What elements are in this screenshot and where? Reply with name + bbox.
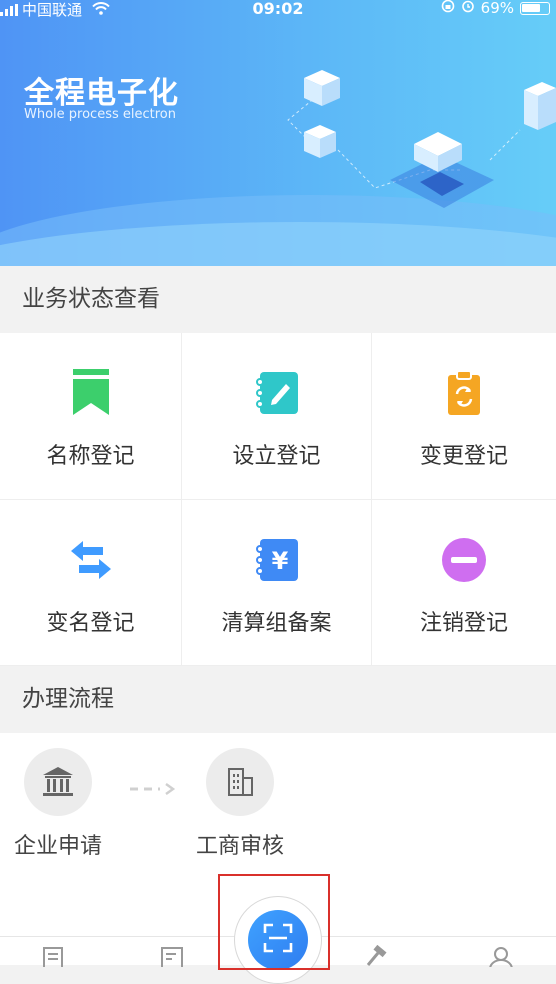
service-label: 注销登记 xyxy=(419,611,508,636)
service-rename-registration[interactable]: 变名登记 xyxy=(0,500,182,666)
service-label: 名称登记 xyxy=(46,444,135,469)
status-bar: 中国联通 09:02 69% xyxy=(0,0,556,19)
minus-circle-icon xyxy=(439,535,489,585)
user-icon[interactable] xyxy=(488,945,516,970)
arrow-right-icon xyxy=(130,783,176,795)
battery-percent: 69% xyxy=(480,0,514,17)
notebook-yen-icon: ¥ xyxy=(252,535,302,585)
service-grid: 名称登记 设立登记 变更登记 变名登记 ¥ 清算组备案 注销登记 xyxy=(0,333,556,666)
clipboard-refresh-icon xyxy=(439,368,489,418)
section-title-status: 业务状态查看 xyxy=(0,266,556,332)
highlight-box xyxy=(218,874,330,970)
bank-icon xyxy=(24,748,92,816)
service-name-registration[interactable]: 名称登记 xyxy=(0,333,182,500)
building-icon xyxy=(206,748,274,816)
news-icon[interactable] xyxy=(40,945,68,969)
service-liquidation-filing[interactable]: ¥ 清算组备案 xyxy=(182,500,372,666)
service-establishment-registration[interactable]: 设立登记 xyxy=(182,333,372,500)
service-cancellation-registration[interactable]: 注销登记 xyxy=(372,500,556,666)
service-label: 变更登记 xyxy=(419,444,508,469)
swap-arrows-icon xyxy=(66,535,116,585)
lock-rotation-icon xyxy=(441,0,455,17)
process-step-apply: 企业申请 xyxy=(14,748,102,860)
process-step-label: 企业申请 xyxy=(14,834,103,859)
notebook-edit-icon xyxy=(252,368,302,418)
service-label: 清算组备案 xyxy=(221,611,332,636)
section-title-process: 办理流程 xyxy=(0,666,556,732)
service-change-registration[interactable]: 变更登记 xyxy=(372,333,556,500)
bookmark-icon xyxy=(66,368,116,418)
hammer-icon[interactable] xyxy=(362,944,390,967)
hero-subtitle: Whole process electron xyxy=(24,107,176,122)
process-step-label: 工商审核 xyxy=(196,834,285,859)
hero-title: 全程电子化 xyxy=(24,76,179,111)
hero-banner: 全程电子化 Whole process electron xyxy=(0,0,556,266)
process-step-review: 工商审核 xyxy=(196,748,284,860)
alarm-icon xyxy=(461,0,475,17)
cubes-illustration xyxy=(287,70,556,208)
service-label: 设立登记 xyxy=(232,444,321,469)
form-icon[interactable] xyxy=(160,945,188,969)
battery-icon xyxy=(520,1,550,15)
svg-text:¥: ¥ xyxy=(271,547,288,575)
service-label: 变名登记 xyxy=(46,611,135,636)
